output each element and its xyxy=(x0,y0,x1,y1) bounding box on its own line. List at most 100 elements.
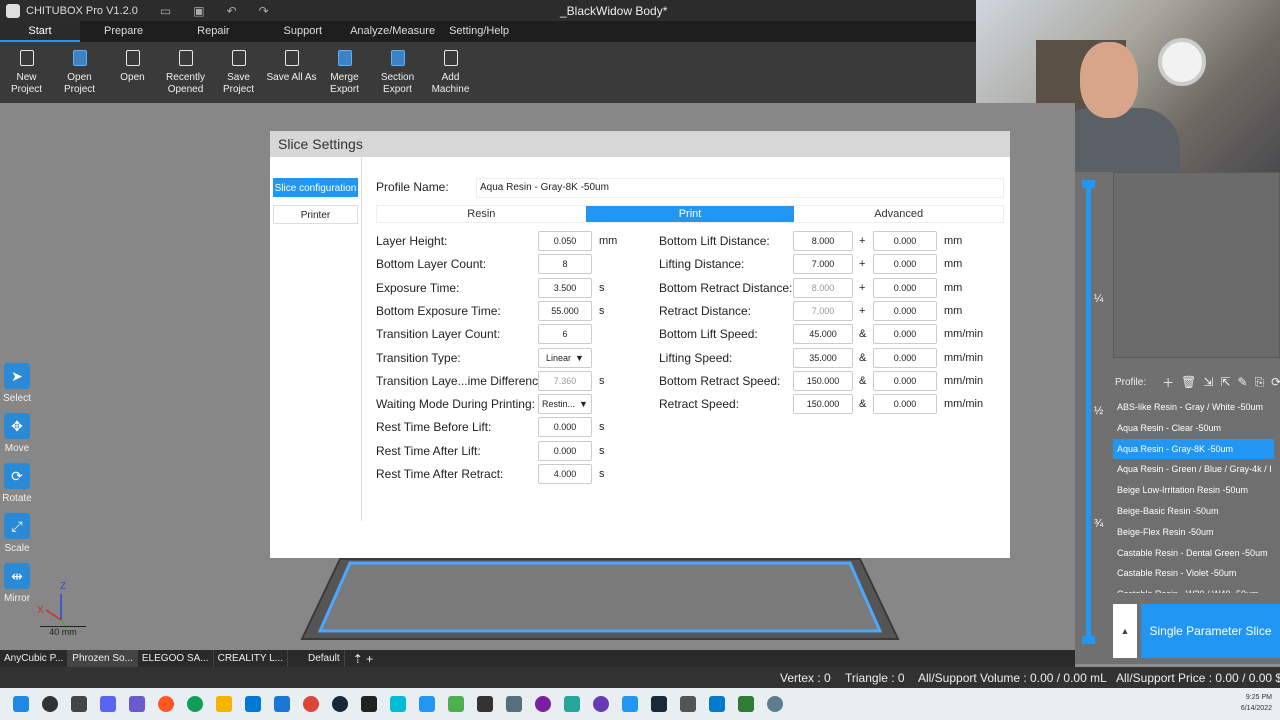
field-input[interactable]: 45.000 xyxy=(793,324,853,345)
rotate-tool[interactable]: ⟳ Rotate xyxy=(0,463,34,513)
field-input[interactable]: 0.000 xyxy=(873,300,937,321)
layer-slider-top-handle[interactable] xyxy=(1082,180,1095,188)
app-icon[interactable] xyxy=(680,696,696,712)
discord-icon[interactable] xyxy=(129,696,145,712)
profile-list-item[interactable]: Castable Resin - Violet -50um xyxy=(1113,563,1274,584)
profile-name-field[interactable]: Aqua Resin - Gray-8K -50um xyxy=(476,178,1004,198)
vscode-icon[interactable] xyxy=(709,696,725,712)
mail-icon[interactable] xyxy=(274,696,290,712)
delete-profile-icon[interactable]: 🗑 xyxy=(1181,375,1196,389)
app-icon[interactable] xyxy=(448,696,464,712)
field-input[interactable]: 150.000 xyxy=(793,370,853,391)
undo-icon[interactable]: ↶ xyxy=(227,4,237,18)
field-input[interactable]: 35.000 xyxy=(793,347,853,368)
field-input[interactable]: 0.000 xyxy=(873,347,937,368)
field-input[interactable]: 0.000 xyxy=(873,231,937,251)
tab-start[interactable]: Start xyxy=(0,21,80,42)
search-icon[interactable] xyxy=(42,696,58,712)
app-icon[interactable] xyxy=(158,696,174,712)
store-icon[interactable] xyxy=(245,696,261,712)
edge-icon[interactable] xyxy=(187,696,203,712)
mirror-tool[interactable]: ⇹ Mirror xyxy=(0,563,34,613)
field-input[interactable]: 3.500 xyxy=(538,277,592,298)
app-icon[interactable] xyxy=(477,696,493,712)
chrome-icon[interactable] xyxy=(303,696,319,712)
app-icon[interactable] xyxy=(535,696,551,712)
select-tool[interactable]: ➤ Select xyxy=(0,363,34,413)
printer-button[interactable]: Printer xyxy=(273,205,358,224)
profile-list-item[interactable]: Castable Resin - Dental Green -50um xyxy=(1113,543,1274,564)
chitubox-pro-icon[interactable] xyxy=(622,696,638,712)
section-export-button[interactable]: Section Export xyxy=(371,42,424,103)
machine-tab[interactable]: ELEGOO SA... xyxy=(138,650,214,667)
field-input[interactable]: 6 xyxy=(538,324,592,345)
app-icon[interactable] xyxy=(506,696,522,712)
move-tool[interactable]: ✥ Move xyxy=(0,413,34,463)
task-view-icon[interactable] xyxy=(71,696,87,712)
profile-list-item[interactable]: ABS-like Resin - Gray / White -50um xyxy=(1113,397,1274,418)
chat-icon[interactable] xyxy=(100,696,116,712)
tab-repair[interactable]: Repair xyxy=(157,21,243,42)
export-profile-icon[interactable]: ⇱ xyxy=(1220,375,1230,389)
field-input[interactable]: 4.000 xyxy=(538,464,592,484)
file-explorer-icon[interactable] xyxy=(216,696,232,712)
field-input[interactable]: 150.000 xyxy=(793,394,853,415)
new-project-button[interactable]: New Project xyxy=(0,42,53,103)
add-profile-icon[interactable]: ＋ xyxy=(1162,374,1174,391)
field-input[interactable]: 0.000 xyxy=(873,254,937,275)
profile-list-item[interactable]: Castable Resin - W20 / W40 -50um xyxy=(1113,584,1274,593)
tab-advanced[interactable]: Advanced xyxy=(794,206,1003,222)
tab-support[interactable]: Support xyxy=(244,21,337,42)
app-icon[interactable] xyxy=(593,696,609,712)
profile-list-item[interactable]: Beige-Basic Resin -50um xyxy=(1113,501,1274,522)
field-input[interactable]: 0.000 xyxy=(538,417,592,438)
field-input[interactable]: 0.000 xyxy=(873,394,937,415)
field-select[interactable]: Restin... xyxy=(538,394,592,415)
machine-tab[interactable]: CREALITY L... xyxy=(214,650,288,667)
steam-icon[interactable] xyxy=(332,696,348,712)
single-parameter-slice-button[interactable]: Single Parameter Slice xyxy=(1141,604,1280,658)
edit-profile-icon[interactable]: ✎ xyxy=(1238,375,1248,389)
field-select[interactable]: Linear xyxy=(538,347,592,368)
field-input[interactable]: 8.000 xyxy=(793,277,853,298)
open-project-button[interactable]: Open Project xyxy=(53,42,106,103)
refresh-profile-icon[interactable]: ⟳ xyxy=(1271,375,1280,389)
system-clock[interactable]: 9:25 PM 6/14/2022 xyxy=(1241,692,1272,714)
field-input[interactable]: 0.050 xyxy=(538,231,592,251)
tab-resin[interactable]: Resin xyxy=(377,206,586,222)
app-icon[interactable] xyxy=(390,696,406,712)
add-machine-button[interactable]: Add Machine xyxy=(424,42,477,103)
app-icon[interactable] xyxy=(738,696,754,712)
profile-list-item[interactable]: Aqua Resin - Gray-8K -50um xyxy=(1113,438,1274,460)
field-input[interactable]: 8 xyxy=(538,254,592,275)
windows-start-icon[interactable] xyxy=(13,696,29,712)
field-input[interactable]: 7.000 xyxy=(793,254,853,275)
field-input[interactable]: 7.360 xyxy=(538,370,592,391)
machine-tab[interactable]: Phrozen So... xyxy=(68,650,138,667)
field-input[interactable]: 0.000 xyxy=(873,324,937,345)
field-input[interactable]: 0.000 xyxy=(873,370,937,391)
machine-tab[interactable]: Default xyxy=(288,650,345,667)
chevron-up-icon[interactable]: ▲ xyxy=(1113,604,1137,658)
tab-prepare[interactable]: Prepare xyxy=(80,21,157,42)
save-all-as-button[interactable]: Save All As xyxy=(265,42,318,103)
tab-analyze[interactable]: Analyze/Measure xyxy=(336,21,449,42)
redo-icon[interactable]: ↷ xyxy=(259,4,269,18)
app-icon[interactable] xyxy=(564,696,580,712)
save-project-button[interactable]: Save Project xyxy=(212,42,265,103)
steam-icon[interactable] xyxy=(651,696,667,712)
save-profile-icon[interactable]: ⎘ xyxy=(1255,375,1265,390)
add-machine-tab-icon[interactable]: ⇡ + xyxy=(353,652,373,666)
open-button[interactable]: Open xyxy=(106,42,159,103)
chitubox-icon[interactable] xyxy=(419,696,435,712)
field-input[interactable]: 55.000 xyxy=(538,300,592,321)
tab-print[interactable]: Print xyxy=(585,206,795,222)
profile-list-item[interactable]: Beige-Flex Resin -50um xyxy=(1113,522,1274,543)
field-input[interactable]: 7.000 xyxy=(793,300,853,321)
field-input[interactable]: 0.000 xyxy=(873,277,937,298)
profile-list-item[interactable]: Aqua Resin - Clear -50um xyxy=(1113,418,1274,439)
scale-tool[interactable]: ⤢ Scale xyxy=(0,513,34,563)
save-icon[interactable]: ▣ xyxy=(193,4,204,18)
github-icon[interactable] xyxy=(361,696,377,712)
field-input[interactable]: 8.000 xyxy=(793,231,853,251)
